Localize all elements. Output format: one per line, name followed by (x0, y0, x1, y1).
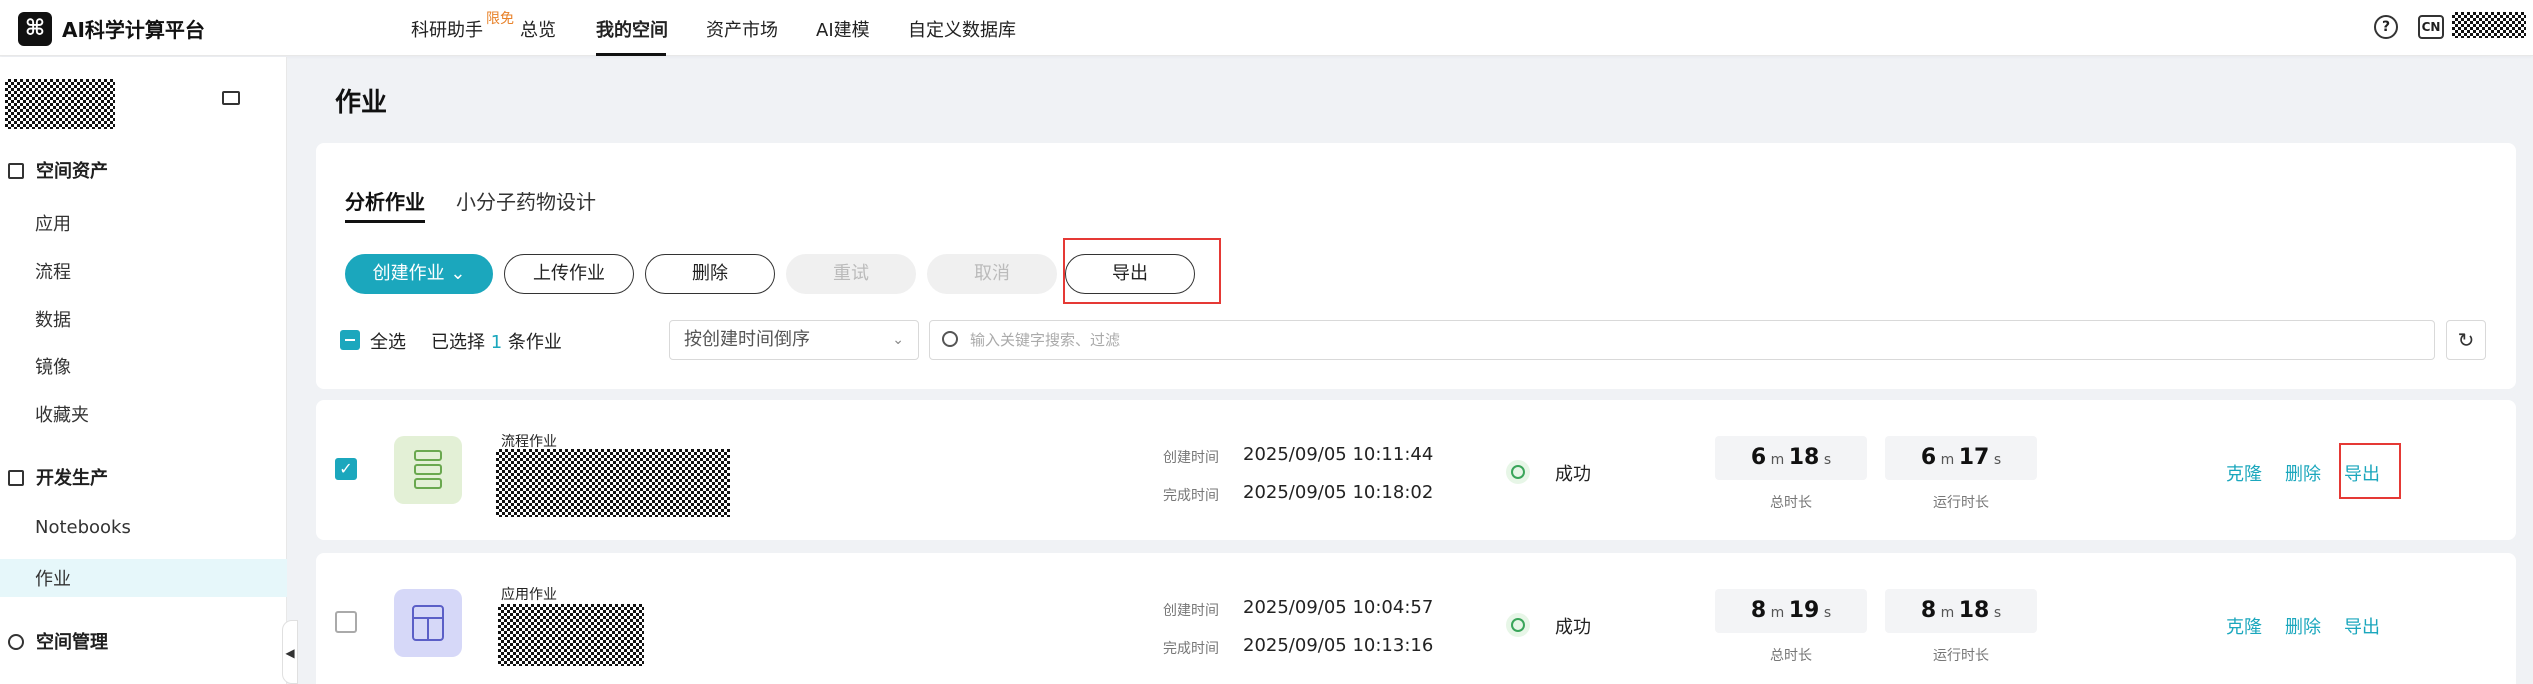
total-duration: 8 m 19 s (1715, 589, 1867, 633)
sidebar-item-workflows[interactable]: 流程 (35, 258, 71, 284)
nav-ai-modeling[interactable]: AI建模 (816, 16, 870, 42)
limited-free-badge: 限免 (486, 11, 514, 27)
sidebar-item-notebooks[interactable]: Notebooks (35, 517, 131, 538)
status-text: 成功 (1555, 464, 1591, 485)
export-link[interactable]: 导出 (2344, 613, 2380, 639)
finished-label: 完成时间 (1163, 641, 1219, 657)
sort-select[interactable]: 按创建时间倒序 ⌄ (669, 320, 919, 360)
create-job-button[interactable]: 创建作业 ⌄ (345, 254, 493, 294)
success-icon (1506, 460, 1530, 484)
logo-icon[interactable]: ⌘ (18, 12, 52, 46)
created-time: 2025/09/05 10:11:44 (1243, 444, 1434, 465)
sidebar-section-dev-production[interactable]: 开发生产 (8, 464, 108, 490)
export-link-highlight (2339, 443, 2401, 499)
nav-active-indicator (596, 53, 666, 56)
created-time: 2025/09/05 10:04:57 (1243, 597, 1434, 618)
selected-count-text: 已选择 1 条作业 (431, 332, 562, 353)
nav-research-assistant[interactable]: 科研助手 (411, 16, 483, 42)
finished-time: 2025/09/05 10:18:02 (1243, 482, 1434, 503)
nav-asset-market[interactable]: 资产市场 (706, 16, 778, 42)
nav-custom-database[interactable]: 自定义数据库 (908, 16, 1016, 42)
run-duration: 6 m 17 s (1885, 436, 2037, 480)
search-icon (942, 331, 958, 347)
sidebar-item-jobs[interactable]: 作业 (35, 565, 71, 591)
job-checkbox[interactable] (335, 611, 357, 633)
refresh-icon: ↻ (2457, 328, 2475, 352)
language-icon[interactable]: CN (2418, 15, 2444, 39)
key-icon (8, 634, 24, 650)
cube-icon (394, 589, 462, 657)
clone-link[interactable]: 克隆 (2226, 460, 2262, 486)
job-row[interactable] (316, 553, 2516, 684)
sidebar-collapse-handle[interactable]: ◀ (282, 620, 298, 684)
export-button-highlight (1063, 238, 1221, 304)
cancel-button[interactable]: 取消 (927, 254, 1057, 294)
run-duration-label: 运行时长 (1933, 648, 1989, 664)
help-icon[interactable]: ? (2374, 15, 2398, 39)
clone-link[interactable]: 克隆 (2226, 613, 2262, 639)
status-text: 成功 (1555, 617, 1591, 638)
chevron-down-icon: ⌄ (450, 263, 466, 284)
sidebar-section-space-assets[interactable]: 空间资产 (8, 157, 108, 183)
sidebar-item-apps[interactable]: 应用 (35, 210, 71, 236)
tab-analysis-jobs[interactable]: 分析作业 (345, 186, 425, 215)
job-name[interactable] (498, 604, 644, 666)
tab-active-indicator (345, 220, 425, 223)
total-duration: 6 m 18 s (1715, 436, 1867, 480)
select-all-label[interactable]: 全选 (370, 328, 406, 354)
page-title: 作业 (335, 88, 388, 118)
job-type: 流程作业 (501, 434, 557, 450)
delete-link[interactable]: 删除 (2285, 613, 2321, 639)
total-duration-label: 总时长 (1770, 648, 1812, 664)
space-avatar[interactable] (5, 79, 115, 129)
terminal-icon (8, 470, 24, 486)
upload-job-button[interactable]: 上传作业 (504, 254, 634, 294)
delete-link[interactable]: 删除 (2285, 460, 2321, 486)
refresh-button[interactable]: ↻ (2446, 320, 2486, 360)
run-duration-label: 运行时长 (1933, 495, 1989, 511)
nav-my-space[interactable]: 我的空间 (596, 16, 668, 42)
sidebar: 空间资产 应用 流程 数据 镜像 收藏夹 开发生产 Notebooks 作业 空… (0, 57, 287, 684)
created-label: 创建时间 (1163, 603, 1219, 619)
sidebar-item-data[interactable]: 数据 (35, 306, 71, 332)
success-icon (1506, 613, 1530, 637)
run-duration: 8 m 18 s (1885, 589, 2037, 633)
finished-time: 2025/09/05 10:13:16 (1243, 635, 1434, 656)
delete-button[interactable]: 删除 (645, 254, 775, 294)
total-duration-label: 总时长 (1770, 495, 1812, 511)
nav-overview[interactable]: 总览 (520, 16, 556, 42)
retry-button[interactable]: 重试 (786, 254, 916, 294)
search-input[interactable]: 输入关键字搜索、过滤 (929, 320, 2435, 360)
job-name[interactable] (496, 449, 730, 517)
job-checkbox[interactable]: ✓ (335, 458, 357, 480)
workflow-icon (394, 436, 462, 504)
user-avatar[interactable] (2452, 12, 2526, 38)
tab-small-molecule-design[interactable]: 小分子药物设计 (456, 186, 596, 215)
folder-icon[interactable] (222, 91, 240, 105)
top-bar: ⌘ AI科学计算平台 科研助手 限免 总览 我的空间 资产市场 AI建模 自定义… (0, 0, 2533, 56)
sidebar-item-favorites[interactable]: 收藏夹 (35, 401, 89, 427)
job-type: 应用作业 (501, 587, 557, 603)
sidebar-item-images[interactable]: 镜像 (35, 353, 71, 379)
brand-name[interactable]: AI科学计算平台 (62, 14, 205, 43)
grid-icon (8, 163, 24, 179)
chevron-down-icon: ⌄ (892, 332, 904, 348)
created-label: 创建时间 (1163, 450, 1219, 466)
sidebar-section-space-management[interactable]: 空间管理 (8, 628, 108, 654)
finished-label: 完成时间 (1163, 488, 1219, 504)
select-all-checkbox[interactable] (340, 330, 360, 350)
